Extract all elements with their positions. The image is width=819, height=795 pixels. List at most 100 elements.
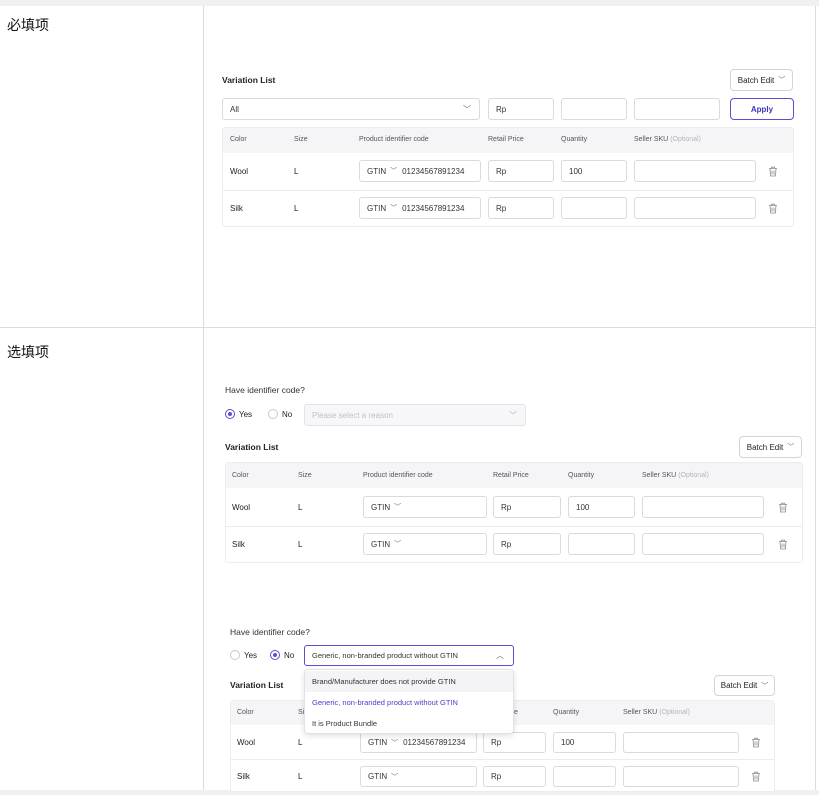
batch-edit-button[interactable]: Batch Edit ﹀ [714, 675, 775, 696]
quantity-value: 100 [561, 738, 575, 747]
identifier-value: GTIN ﹀ [368, 767, 398, 786]
batch-edit-button[interactable]: Batch Edit ﹀ [739, 436, 802, 458]
trash-icon[interactable] [778, 539, 788, 550]
row-color: Wool [237, 738, 256, 747]
no-label: No [282, 410, 293, 419]
row-size: L [298, 540, 303, 549]
no-radio[interactable] [268, 409, 278, 419]
no-radio[interactable] [270, 650, 280, 660]
dropdown-option[interactable]: Brand/Manufacturer does not provide GTIN [305, 671, 513, 692]
seller-sku-input[interactable] [623, 732, 739, 753]
code-type-select[interactable]: GTIN [371, 540, 390, 549]
header-product-identifier-code: Product identifier code [359, 136, 429, 143]
identifier-value: GTIN ﹀ [371, 497, 401, 517]
retail-price-input[interactable]: Rp [488, 160, 554, 182]
header-seller-sku-text: Seller SKU [623, 709, 658, 716]
product-identifier-field[interactable]: GTIN ﹀ 01234567891234 [359, 160, 481, 182]
quantity-input[interactable] [553, 766, 616, 787]
retail-price-input[interactable]: Rp [483, 766, 546, 787]
chevron-down-icon: ﹀ [761, 682, 769, 690]
variation-filter-value: All [230, 104, 239, 114]
header-seller-sku: Seller SKU (Optional) [642, 472, 709, 479]
chevron-up-icon: ︿ [496, 651, 504, 660]
header-seller-sku: Seller SKU (Optional) [623, 709, 690, 716]
row-divider [0, 327, 816, 328]
retail-price-input[interactable]: Rp [493, 533, 561, 555]
chevron-down-icon: ﹀ [391, 739, 399, 747]
trash-icon[interactable] [751, 737, 761, 748]
code-type-select[interactable]: GTIN [368, 772, 387, 781]
quantity-input[interactable]: 100 [553, 732, 616, 753]
batch-seller-sku-input[interactable] [634, 98, 720, 120]
variation-filter-select[interactable]: All ﹀ [222, 98, 480, 120]
product-identifier-field[interactable]: GTIN ﹀ 01234567891234 [359, 197, 481, 219]
row-separator [226, 526, 802, 527]
chevron-down-icon: ﹀ [394, 541, 402, 548]
product-identifier-field[interactable]: GTIN ﹀ [360, 766, 477, 787]
seller-sku-input[interactable] [634, 197, 756, 219]
header-quantity: Quantity [553, 709, 580, 716]
code-type-select[interactable]: GTIN [367, 167, 386, 176]
retail-price-placeholder: Rp [496, 203, 507, 213]
yes-label: Yes [239, 410, 253, 419]
chevron-down-icon: ﹀ [390, 168, 398, 175]
batch-edit-button[interactable]: Batch Edit ﹀ [730, 69, 793, 91]
retail-price-input[interactable]: Rp [483, 732, 546, 753]
seller-sku-input[interactable] [642, 496, 764, 518]
header-color: Color [237, 709, 254, 716]
batch-edit-label: Batch Edit [746, 442, 784, 452]
code-type-select[interactable]: GTIN [371, 503, 390, 512]
seller-sku-input[interactable] [623, 766, 739, 787]
apply-button[interactable]: Apply [730, 98, 794, 120]
header-color: Color [230, 136, 247, 143]
header-seller-sku: Seller SKU (Optional) [634, 136, 701, 143]
row-size: L [298, 772, 303, 781]
retail-price-placeholder: Rp [491, 772, 502, 781]
batch-quantity-input[interactable] [561, 98, 627, 120]
row-size: L [298, 738, 303, 747]
quantity-input[interactable] [568, 533, 635, 555]
retail-price-input[interactable]: Rp [493, 496, 561, 518]
code-type-select[interactable]: GTIN [368, 738, 387, 747]
header-product-identifier-code: Product identifier code [363, 472, 433, 479]
quantity-input[interactable] [561, 197, 627, 219]
variation-list-title: Variation List [225, 442, 279, 452]
no-label: No [284, 651, 295, 660]
identifier-question: Have identifier code? [225, 385, 305, 395]
header-retail-price: Retail Price [488, 136, 524, 143]
quantity-input[interactable]: 100 [568, 496, 635, 518]
trash-icon[interactable] [768, 203, 778, 214]
yes-radio[interactable] [230, 650, 240, 660]
dropdown-option[interactable]: It is Product Bundle [305, 713, 513, 734]
column-divider [203, 6, 204, 790]
chevron-down-icon: ﹀ [787, 444, 795, 451]
identifier-value: GTIN ﹀ 01234567891234 [367, 198, 464, 218]
product-identifier-field[interactable]: GTIN ﹀ 01234567891234 [360, 732, 477, 753]
retail-price-input[interactable]: Rp [488, 197, 554, 219]
row-color: Silk [232, 540, 245, 549]
identifier-code: 01234567891234 [403, 738, 466, 747]
retail-price-placeholder: Rp [501, 502, 512, 512]
chevron-down-icon: ﹀ [463, 105, 471, 114]
yes-radio[interactable] [225, 409, 235, 419]
batch-retail-price-input[interactable]: Rp [488, 98, 554, 120]
seller-sku-input[interactable] [642, 533, 764, 555]
seller-sku-input[interactable] [634, 160, 756, 182]
trash-icon[interactable] [751, 771, 761, 782]
dropdown-option-selected[interactable]: Generic, non-branded product without GTI… [305, 692, 513, 713]
reason-placeholder: Please select a reason [312, 410, 393, 420]
product-identifier-field[interactable]: GTIN ﹀ [363, 533, 487, 555]
reason-select[interactable]: Generic, non-branded product without GTI… [304, 645, 514, 666]
top-strip [0, 0, 819, 6]
product-identifier-field[interactable]: GTIN ﹀ [363, 496, 487, 518]
row-size: L [294, 167, 299, 176]
chevron-down-icon: ﹀ [391, 773, 399, 781]
trash-icon[interactable] [778, 502, 788, 513]
quantity-input[interactable]: 100 [561, 160, 627, 182]
code-type-select[interactable]: GTIN [367, 204, 386, 213]
header-optional-hint: (Optional) [678, 472, 709, 479]
reason-value: Generic, non-branded product without GTI… [312, 651, 458, 660]
page: 必填项 选填项 Variation List Batch Edit ﹀ All ﹀… [0, 0, 819, 795]
identifier-question: Have identifier code? [230, 627, 310, 637]
trash-icon[interactable] [768, 166, 778, 177]
